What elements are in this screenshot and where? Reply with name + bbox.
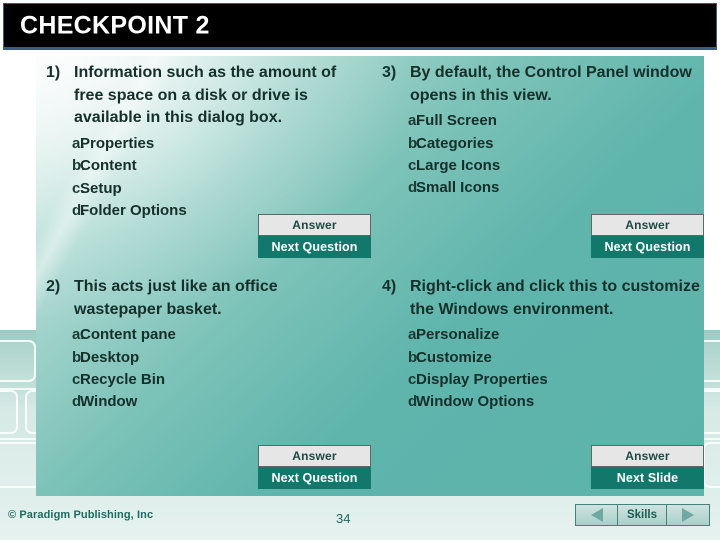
choice-text: Personalize — [416, 326, 500, 344]
slide-root: CHECKPOINT 2 1) Information such as the … — [0, 0, 720, 540]
question-stem: By default, the Control Panel window ope… — [410, 64, 692, 104]
choice-item[interactable]: c. Setup — [40, 178, 370, 200]
question-stem: Right-click and click this to customize … — [410, 278, 700, 318]
choice-text: Categories — [416, 134, 494, 152]
choice-text: Display Properties — [416, 370, 548, 388]
choice-list: a. Personalize b. Customize c. Display P… — [376, 324, 706, 413]
content-panel: 1) Information such as the amount of fre… — [36, 56, 704, 496]
choice-item[interactable]: b. Categories — [376, 133, 706, 155]
next-question-button[interactable]: Next Question — [258, 236, 371, 258]
choice-letter: a. — [72, 135, 85, 153]
question-header: 4) Right-click and click this to customi… — [376, 276, 706, 321]
choice-text: Window — [80, 393, 138, 410]
choice-item[interactable]: a. Content pane — [40, 324, 370, 346]
answer-button[interactable]: Answer — [258, 214, 371, 236]
next-question-button[interactable]: Next Question — [591, 236, 704, 258]
question-1-buttons: Answer Next Question — [258, 214, 371, 258]
question-header: 1) Information such as the amount of fre… — [40, 62, 370, 130]
choice-item[interactable]: d. Window — [40, 391, 370, 413]
choice-item[interactable]: b. Content — [40, 155, 370, 177]
choice-list: a. Full Screen b. Categories c. Large Ic… — [376, 110, 706, 199]
choice-list: a. Content pane b. Desktop c. Recycle Bi… — [40, 324, 370, 413]
choice-letter: d. — [72, 201, 86, 219]
choice-letter: c. — [408, 156, 421, 174]
question-block-1: 1) Information such as the amount of fre… — [40, 62, 370, 222]
previous-slide-button[interactable] — [576, 505, 618, 525]
choice-letter: a. — [408, 112, 421, 130]
choice-letter: d. — [408, 179, 422, 196]
answer-button[interactable]: Answer — [591, 445, 704, 467]
choice-letter: c. — [72, 370, 85, 388]
question-number: 3) — [382, 64, 397, 81]
choice-text: Recycle Bin — [80, 370, 166, 388]
choice-item[interactable]: a. Full Screen — [376, 110, 706, 132]
choice-item[interactable]: c. Display Properties — [376, 369, 706, 391]
next-slide-button[interactable]: Next Slide — [591, 467, 704, 489]
choice-letter: b. — [408, 134, 422, 152]
question-header: 2) This acts just like an office wastepa… — [40, 276, 370, 321]
choice-letter: d. — [408, 393, 422, 410]
choice-text: Window Options — [416, 393, 535, 410]
choice-letter: a. — [72, 326, 85, 344]
choice-text: Customize — [416, 348, 492, 366]
answer-button[interactable]: Answer — [258, 445, 371, 467]
choice-item[interactable]: d. Small Icons — [376, 177, 706, 199]
page-title: CHECKPOINT 2 — [20, 11, 210, 39]
choice-letter: c. — [72, 179, 85, 197]
choice-letter: a. — [408, 326, 421, 344]
choice-item[interactable]: c. Large Icons — [376, 155, 706, 177]
question-3-buttons: Answer Next Question — [591, 214, 704, 258]
slide-navigation-bar: Skills — [575, 504, 710, 526]
choice-item[interactable]: a. Personalize — [376, 324, 706, 346]
skills-button[interactable]: Skills — [618, 505, 667, 525]
question-stem: This acts just like an office wastepaper… — [74, 278, 278, 318]
choice-list: a. Properties b. Content c. Setup d. Fol… — [40, 133, 370, 222]
next-question-button[interactable]: Next Question — [258, 467, 371, 489]
copyright-notice: © Paradigm Publishing, Inc — [8, 509, 154, 521]
choice-letter: c. — [408, 370, 421, 388]
choice-text: Full Screen — [416, 112, 497, 130]
question-header: 3) By default, the Control Panel window … — [376, 62, 706, 107]
choice-item[interactable]: a. Properties — [40, 133, 370, 155]
question-number: 4) — [382, 278, 397, 295]
choice-text: Setup — [80, 179, 122, 197]
choice-item[interactable]: b. Desktop — [40, 347, 370, 369]
question-number: 1) — [46, 64, 61, 81]
choice-letter: b. — [72, 157, 86, 175]
choice-text: Content — [80, 157, 137, 175]
next-slide-nav-button[interactable] — [667, 505, 709, 525]
choice-letter: b. — [72, 348, 86, 366]
question-number: 2) — [46, 278, 61, 295]
triangle-left-icon — [590, 508, 603, 522]
choice-letter: d. — [72, 393, 86, 410]
choice-item[interactable]: c. Recycle Bin — [40, 369, 370, 391]
choice-letter: b. — [408, 348, 422, 366]
choice-text: Properties — [80, 135, 155, 153]
question-block-2: 2) This acts just like an office wastepa… — [40, 276, 370, 413]
choice-text: Content pane — [80, 326, 176, 344]
choice-item[interactable]: b. Customize — [376, 347, 706, 369]
slide-title-bar: CHECKPOINT 2 — [3, 3, 717, 50]
question-2-buttons: Answer Next Question — [258, 445, 371, 489]
choice-text: Large Icons — [416, 156, 501, 174]
answer-button[interactable]: Answer — [591, 214, 704, 236]
question-block-3: 3) By default, the Control Panel window … — [376, 62, 706, 199]
choice-text: Desktop — [80, 348, 140, 366]
page-number: 34 — [336, 511, 351, 526]
choice-text: Small Icons — [416, 179, 500, 196]
question-block-4: 4) Right-click and click this to customi… — [376, 276, 706, 413]
triangle-right-icon — [682, 508, 694, 522]
choice-item[interactable]: d. Window Options — [376, 391, 706, 413]
question-4-buttons: Answer Next Slide — [591, 445, 704, 489]
question-stem: Information such as the amount of free s… — [74, 64, 337, 127]
